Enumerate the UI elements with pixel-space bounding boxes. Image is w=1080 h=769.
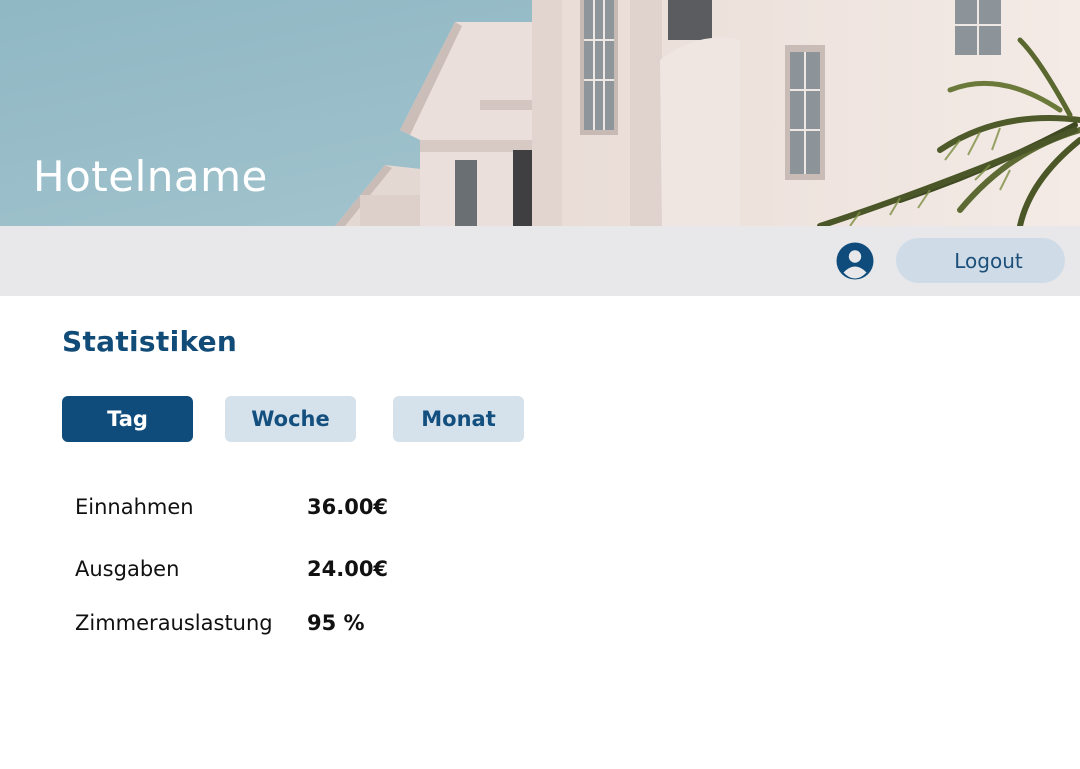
hero-banner: Hotelname xyxy=(0,0,1080,226)
stat-value-occupancy: 95 % xyxy=(307,611,365,635)
logout-button[interactable]: Logout xyxy=(896,238,1065,283)
tab-day[interactable]: Tag xyxy=(62,396,193,442)
tab-week[interactable]: Woche xyxy=(225,396,356,442)
user-circle-icon[interactable] xyxy=(836,242,874,280)
stat-label-expenses: Ausgaben xyxy=(75,557,180,581)
stat-value-expenses: 24.00€ xyxy=(307,557,389,581)
tab-month[interactable]: Monat xyxy=(393,396,524,442)
stat-label-occupancy: Zimmerauslastung xyxy=(75,611,273,635)
stat-value-income: 36.00€ xyxy=(307,495,389,519)
stat-label-income: Einnahmen xyxy=(75,495,194,519)
hotel-name-title: Hotelname xyxy=(33,152,268,201)
page-title: Statistiken xyxy=(62,325,238,358)
